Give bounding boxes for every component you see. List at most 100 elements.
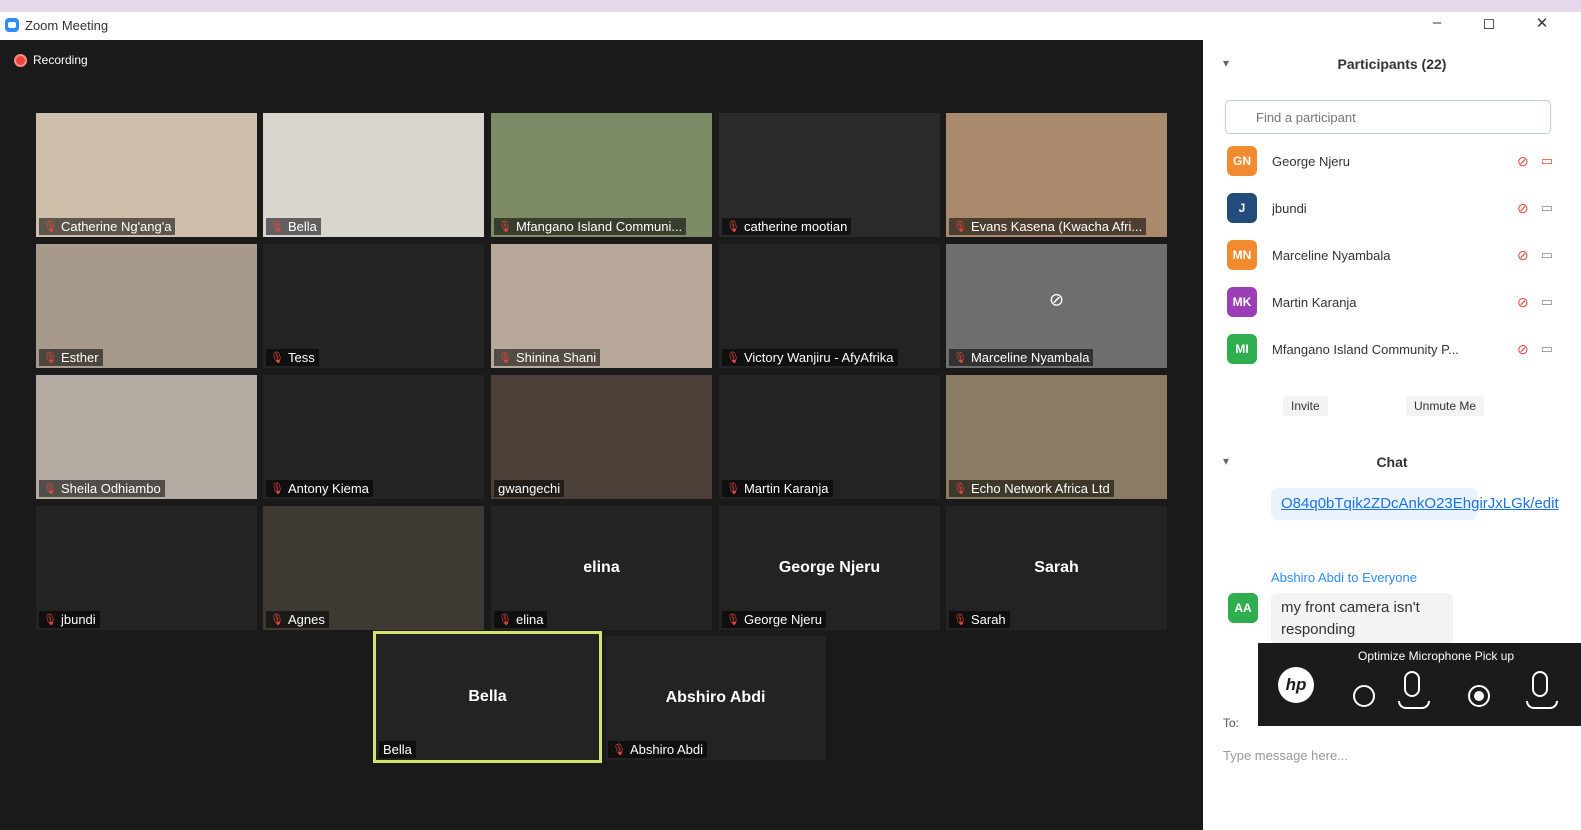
camera-off-icon[interactable]: ▭: [1541, 153, 1553, 169]
participant-name: Agnes: [287, 612, 325, 627]
muted-mic-icon[interactable]: ⊘: [1517, 247, 1529, 264]
chat-message-input[interactable]: Type message here...: [1223, 748, 1348, 763]
video-tile[interactable]: gwangechi: [491, 375, 712, 499]
participant-row[interactable]: Jjbundi ⊘ ▭: [1227, 190, 1561, 226]
video-tile[interactable]: 🎙 Bella: [263, 113, 484, 237]
participant-name-tag: 🎙 Echo Network Africa Ltd: [949, 480, 1114, 497]
chat-sender-name[interactable]: Abshiro Abdi: [1271, 570, 1344, 585]
participant-name-tag: 🎙 George Njeru: [722, 611, 827, 628]
muted-mic-icon: 🎙: [270, 483, 284, 495]
muted-mic-icon[interactable]: ⊘: [1517, 341, 1529, 358]
participant-name: jbundi: [1272, 200, 1307, 216]
video-tile[interactable]: 🎙 Sheila Odhiambo: [36, 375, 257, 499]
participant-name-tag: 🎙 Sheila Odhiambo: [39, 480, 165, 497]
camera-off-icon: ⊘: [1048, 289, 1065, 310]
muted-mic-icon: 🎙: [953, 483, 967, 495]
video-tile[interactable]: 🎙 jbundi: [36, 506, 257, 630]
window-title: Zoom Meeting: [25, 18, 109, 33]
participant-name-tag: 🎙 Marceline Nyambala: [949, 349, 1094, 366]
chat-title: Chat: [1376, 454, 1408, 470]
participant-name: gwangechi: [498, 481, 561, 496]
microphone-wide-icon: [1526, 671, 1558, 709]
participant-name-tag: 🎙 Martin Karanja: [722, 480, 833, 497]
avatar: GN: [1227, 146, 1257, 176]
video-tile[interactable]: 🎙 Mfangano Island Communi...: [491, 113, 712, 237]
muted-mic-icon: 🎙: [498, 352, 512, 364]
video-tile[interactable]: 🎙 Tess: [263, 244, 484, 368]
camera-icon[interactable]: ▭: [1541, 247, 1553, 263]
option-radio-1[interactable]: [1353, 685, 1375, 707]
participant-name: Marceline Nyambala: [970, 350, 1090, 365]
participant-name: Sheila Odhiambo: [60, 481, 161, 496]
video-tile[interactable]: 🎙 Echo Network Africa Ltd: [946, 375, 1167, 499]
muted-mic-icon: 🎙: [270, 614, 284, 626]
participant-name-tag: 🎙 elina: [494, 611, 548, 628]
participant-name-tag: 🎙 Tess: [266, 349, 319, 366]
participant-name-tag: gwangechi: [494, 480, 565, 497]
muted-mic-icon: 🎙: [726, 221, 740, 233]
camera-icon[interactable]: ▭: [1541, 200, 1553, 216]
participant-name: Bella: [287, 219, 317, 234]
participant-search-input[interactable]: [1225, 100, 1551, 134]
video-tile[interactable]: ⊘ 🎙 Marceline Nyambala: [946, 244, 1167, 368]
video-gallery: Recording 🎙 Catherine Ng'ang'a 🎙 Bella 🎙 Mfan…: [0, 40, 1203, 830]
muted-mic-icon[interactable]: ⊘: [1517, 294, 1529, 311]
participant-name: Tess: [287, 350, 315, 365]
minimize-button[interactable]: –: [1422, 14, 1452, 31]
video-tile[interactable]: 🎙 Martin Karanja: [719, 375, 940, 499]
participant-name: Catherine Ng'ang'a: [60, 219, 172, 234]
video-tile[interactable]: 🎙 Esther: [36, 244, 257, 368]
video-tile[interactable]: elina 🎙 elina: [491, 506, 712, 630]
video-tile[interactable]: 🎙 Victory Wanjiru - AfyAfrika: [719, 244, 940, 368]
avatar: MK: [1227, 287, 1257, 317]
video-tile[interactable]: Bella Bella: [373, 631, 602, 763]
muted-mic-icon: 🎙: [612, 744, 626, 756]
participant-name: Mfangano Island Community P...: [1272, 341, 1459, 357]
option-radio-2[interactable]: [1468, 685, 1490, 707]
video-tile[interactable]: 🎙 Catherine Ng'ang'a: [36, 113, 257, 237]
participant-row[interactable]: GN George Njeru ⊘ ▭: [1227, 143, 1561, 179]
video-tile[interactable]: Sarah 🎙 Sarah: [946, 506, 1167, 630]
muted-mic-icon: 🎙: [43, 614, 57, 626]
chat-to-label: To:: [1223, 716, 1240, 730]
unmute-me-button[interactable]: Unmute Me: [1406, 396, 1485, 416]
participant-name: Evans Kasena (Kwacha Afri...: [970, 219, 1143, 234]
participant-name-tag: 🎙 Agnes: [266, 611, 329, 628]
hp-overlay-title: Optimize Microphone Pick up: [1358, 649, 1515, 663]
chat-sender-line: Abshiro Abdi to Everyone: [1271, 570, 1417, 585]
participant-name-tag: 🎙 Catherine Ng'ang'a: [39, 218, 176, 235]
participant-name: George Njeru: [743, 612, 823, 627]
muted-mic-icon[interactable]: ⊘: [1517, 153, 1529, 170]
close-button[interactable]: ✕: [1527, 14, 1557, 32]
muted-mic-icon: 🎙: [953, 614, 967, 626]
restore-button[interactable]: ◻: [1474, 14, 1504, 32]
chat-link-message[interactable]: O84q0bTqik2ZDcAnkO23EhgirJxLGk/edit: [1271, 488, 1559, 520]
recording-indicator: Recording: [14, 53, 88, 67]
participant-name-tag: 🎙 Esther: [39, 349, 103, 366]
participant-name: Bella: [383, 742, 412, 757]
record-icon: [14, 53, 27, 67]
video-tile[interactable]: 🎙 Agnes: [263, 506, 484, 630]
muted-mic-icon[interactable]: ⊘: [1517, 200, 1529, 217]
participant-row[interactable]: MI Mfangano Island Community P... ⊘ ▭: [1227, 331, 1561, 367]
participant-name-tag: 🎙 Mfangano Island Communi...: [494, 218, 687, 235]
video-tile[interactable]: 🎙 Shinina Shani: [491, 244, 712, 368]
video-tile[interactable]: 🎙 catherine mootian: [719, 113, 940, 237]
video-tile[interactable]: George Njeru 🎙 George Njeru: [719, 506, 940, 630]
camera-icon[interactable]: ▭: [1541, 341, 1553, 357]
participant-row[interactable]: MN Marceline Nyambala ⊘ ▭: [1227, 237, 1561, 273]
camera-icon[interactable]: ▭: [1541, 294, 1553, 310]
participant-name-tag: 🎙 Evans Kasena (Kwacha Afri...: [949, 218, 1147, 235]
hp-audio-overlay: Optimize Microphone Pick up hp: [1258, 643, 1581, 726]
muted-mic-icon: 🎙: [270, 221, 284, 233]
participant-name: Echo Network Africa Ltd: [970, 481, 1110, 496]
invite-button[interactable]: Invite: [1283, 396, 1328, 416]
participant-row[interactable]: MK Martin Karanja ⊘ ▭: [1227, 284, 1561, 320]
participant-name-tag: 🎙 catherine mootian: [722, 218, 852, 235]
avatar: MN: [1227, 240, 1257, 270]
video-tile[interactable]: 🎙 Evans Kasena (Kwacha Afri...: [946, 113, 1167, 237]
video-tile[interactable]: Abshiro Abdi 🎙 Abshiro Abdi: [605, 636, 826, 760]
participant-name-tag: 🎙 Victory Wanjiru - AfyAfrika: [722, 349, 898, 366]
muted-mic-icon: 🎙: [498, 221, 512, 233]
video-tile[interactable]: 🎙 Antony Kiema: [263, 375, 484, 499]
